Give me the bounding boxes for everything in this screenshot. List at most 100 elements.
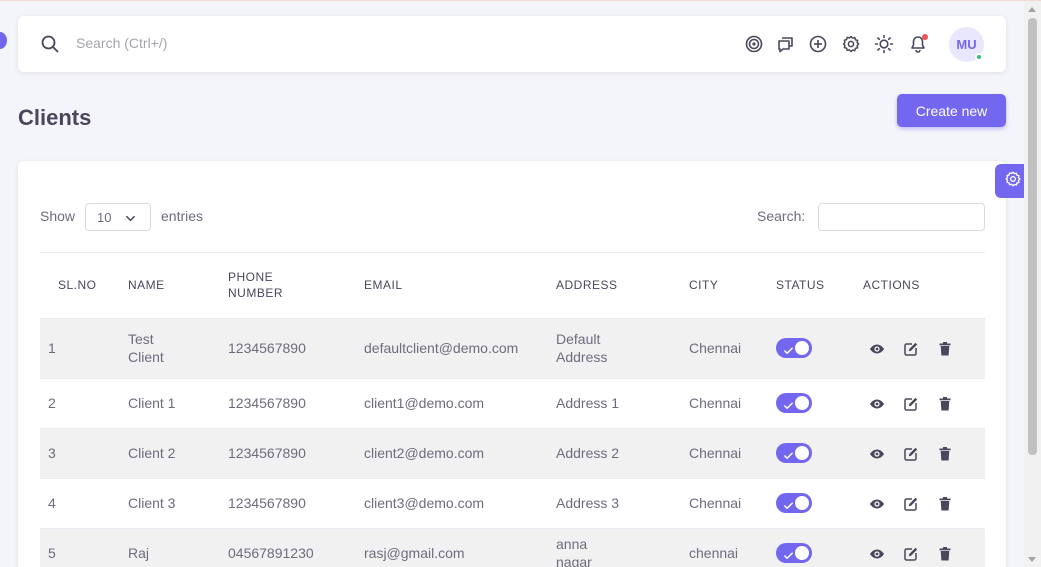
sidebar-toggle-dot[interactable] xyxy=(0,32,7,49)
page-scrollbar[interactable] xyxy=(1024,1,1041,567)
cell-name-text: Client 1 xyxy=(128,395,176,411)
clients-table: SL.NO NAME PHONE NUMBER EMAIL ADDRESS CI… xyxy=(40,253,985,567)
delete-trash-icon[interactable] xyxy=(937,496,953,512)
cell-slno: 4 xyxy=(40,477,128,528)
cell-actions xyxy=(863,477,985,528)
column-header-address[interactable]: ADDRESS xyxy=(556,253,689,318)
entries-per-page-select[interactable]: 10 xyxy=(85,203,151,231)
cell-city: Chennai xyxy=(689,477,776,528)
column-header-email[interactable]: EMAIL xyxy=(364,253,556,318)
scrollbar-thumb[interactable] xyxy=(1028,18,1037,455)
cell-name-text: Client 2 xyxy=(128,445,176,461)
entries-label: entries xyxy=(161,208,204,224)
table-body: 1 Test Client 1234567890 defaultclient@demo… xyxy=(40,317,985,567)
edit-icon[interactable] xyxy=(903,396,919,412)
check-icon xyxy=(783,447,794,460)
cell-city: chennai xyxy=(689,527,776,567)
cell-name: Client 3 xyxy=(128,477,228,528)
global-search-input[interactable] xyxy=(76,30,376,56)
cell-phone: 04567891230 xyxy=(228,527,364,567)
table-row: 4 Client 3 1234567890 client3@demo.com Addre… xyxy=(40,477,985,528)
cell-city: Chennai xyxy=(689,377,776,428)
cell-status xyxy=(776,317,863,378)
status-toggle[interactable] xyxy=(776,393,812,414)
cell-status xyxy=(776,477,863,528)
cell-phone: 1234567890 xyxy=(228,427,364,478)
notification-badge xyxy=(922,34,928,40)
cell-address: Address 2 xyxy=(556,427,689,478)
delete-trash-icon[interactable] xyxy=(937,341,953,357)
edit-icon[interactable] xyxy=(903,546,919,562)
target-icon[interactable] xyxy=(744,34,764,54)
view-eye-icon[interactable] xyxy=(869,341,885,357)
cell-name: Client 1 xyxy=(128,377,228,428)
online-status-dot xyxy=(975,53,983,61)
status-toggle[interactable] xyxy=(776,443,812,464)
cell-name-text: Test Client xyxy=(128,331,164,365)
entries-value: 10 xyxy=(97,209,112,225)
gear-icon xyxy=(1004,170,1022,193)
cell-name: Test Client xyxy=(128,317,228,378)
view-eye-icon[interactable] xyxy=(869,446,885,462)
column-header-slno[interactable]: SL.NO xyxy=(40,253,128,318)
cell-actions xyxy=(863,527,985,567)
edit-icon[interactable] xyxy=(903,341,919,357)
cell-slno: 1 xyxy=(40,317,128,378)
toggle-knob xyxy=(795,396,809,411)
cell-address-text: Address 3 xyxy=(556,495,620,511)
view-eye-icon[interactable] xyxy=(869,396,885,412)
cell-city: Chennai xyxy=(689,427,776,478)
view-eye-icon[interactable] xyxy=(869,546,885,562)
cell-city: Chennai xyxy=(689,317,776,378)
toggle-knob xyxy=(795,496,809,511)
show-label: Show xyxy=(40,208,76,224)
toggle-knob xyxy=(795,546,809,561)
scroll-up-arrow[interactable] xyxy=(1028,7,1036,12)
delete-trash-icon[interactable] xyxy=(937,546,953,562)
column-header-phone[interactable]: PHONE NUMBER xyxy=(228,253,364,318)
avatar-initials: MU xyxy=(956,37,977,52)
edit-icon[interactable] xyxy=(903,446,919,462)
cell-name: Client 2 xyxy=(128,427,228,478)
scroll-down-arrow[interactable] xyxy=(1028,557,1036,562)
avatar[interactable]: MU xyxy=(949,27,984,62)
check-icon xyxy=(783,342,794,355)
cell-address: Address 3 xyxy=(556,477,689,528)
check-icon xyxy=(783,497,794,510)
chat-icon[interactable] xyxy=(776,34,796,54)
status-toggle[interactable] xyxy=(776,543,812,564)
delete-trash-icon[interactable] xyxy=(937,446,953,462)
edit-icon[interactable] xyxy=(903,496,919,512)
cell-email: defaultclient@demo.com xyxy=(364,317,556,378)
table-row: 2 Client 1 1234567890 client1@demo.com Addre… xyxy=(40,377,985,428)
bell-icon[interactable] xyxy=(908,34,928,54)
page-title: Clients xyxy=(18,105,92,130)
column-header-actions: ACTIONS xyxy=(863,278,920,293)
cell-actions xyxy=(863,427,985,478)
cell-slno: 2 xyxy=(40,377,128,428)
search-icon[interactable] xyxy=(40,34,60,54)
cell-slno: 3 xyxy=(40,427,128,478)
cell-slno: 5 xyxy=(40,527,128,567)
add-circle-icon[interactable] xyxy=(808,34,828,54)
status-toggle[interactable] xyxy=(776,493,812,514)
check-icon xyxy=(783,547,794,560)
status-toggle[interactable] xyxy=(776,338,812,359)
cell-email: client1@demo.com xyxy=(364,377,556,428)
cell-name-text: Raj xyxy=(128,545,150,562)
cell-address-text: anna nagar xyxy=(556,536,592,567)
view-eye-icon[interactable] xyxy=(869,496,885,512)
column-header-city[interactable]: CITY xyxy=(689,253,776,318)
create-new-button[interactable]: Create new xyxy=(897,94,1006,127)
column-header-name[interactable]: NAME xyxy=(128,253,228,318)
column-header-status[interactable]: STATUS xyxy=(776,253,863,318)
cell-name: Raj xyxy=(128,527,228,567)
cell-address: Default Address xyxy=(556,317,689,378)
cell-status xyxy=(776,427,863,478)
settings-icon[interactable] xyxy=(841,34,861,54)
toggle-knob xyxy=(795,446,809,461)
theme-sun-icon[interactable] xyxy=(874,34,894,54)
delete-trash-icon[interactable] xyxy=(937,396,953,412)
clients-table-card: Show 10 entries Search: SL.NO NAME PHONE… xyxy=(18,161,1006,567)
table-search-input[interactable] xyxy=(818,203,985,231)
